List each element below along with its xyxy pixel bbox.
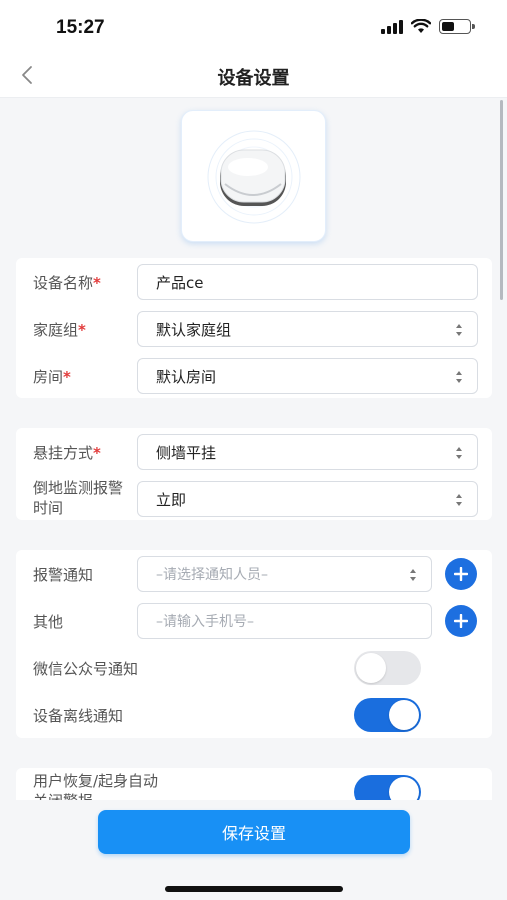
plus-icon [454, 567, 468, 581]
sort-arrows-icon [456, 371, 462, 383]
device-name-row: 设备名称* 产品ce [16, 258, 492, 305]
family-group-select[interactable]: 默认家庭组 [137, 311, 478, 347]
room-select[interactable]: 默认房间 [137, 358, 478, 394]
status-bar: 15:27 [0, 0, 507, 52]
wifi-icon [411, 19, 431, 33]
mount-type-label: 悬挂方式* [33, 444, 101, 462]
mount-type-select[interactable]: 侧墙平挂 [137, 434, 478, 470]
signal-icon [381, 19, 403, 34]
auto-close-alarm-toggle[interactable] [354, 775, 421, 800]
family-group-row: 家庭组* 默认家庭组 [16, 305, 492, 352]
room-label: 房间* [33, 368, 71, 386]
auto-close-alarm-row: 用户恢复/起身自动关闭警报 [16, 768, 492, 800]
nav-bar: 设备设置 [0, 52, 507, 98]
phone-number-input[interactable]: –请输入手机号– [137, 603, 432, 639]
alarm-notify-label: 报警通知 [33, 566, 94, 584]
notification-section: 报警通知 –请选择通知人员– 其他 –请输入手机号– 微信公众号通知 设备离线通… [16, 550, 492, 738]
wechat-notify-label: 微信公众号通知 [33, 660, 139, 678]
device-image [207, 130, 301, 224]
fall-alarm-time-label: 倒地监测报警时间 [33, 479, 124, 517]
bottom-bar: 保存设置 [0, 800, 507, 900]
home-indicator[interactable] [165, 886, 343, 892]
recovery-section: 用户恢复/起身自动关闭警报 [16, 768, 492, 800]
status-icons [381, 19, 475, 34]
sort-arrows-icon [456, 324, 462, 336]
add-phone-button[interactable] [445, 605, 477, 637]
settings-scroll-area[interactable]: 设备名称* 产品ce 家庭组* 默认家庭组 房间* 默认房间 悬挂方式* 侧墙平… [0, 98, 507, 800]
device-name-input[interactable]: 产品ce [137, 264, 478, 300]
room-row: 房间* 默认房间 [16, 352, 492, 399]
basic-info-section: 设备名称* 产品ce 家庭组* 默认家庭组 房间* 默认房间 [16, 258, 492, 398]
install-section: 悬挂方式* 侧墙平挂 倒地监测报警时间 立即 [16, 428, 492, 520]
other-phone-label: 其他 [33, 613, 64, 631]
wechat-notify-toggle[interactable] [354, 651, 421, 685]
battery-icon [439, 19, 475, 34]
offline-notify-label: 设备离线通知 [33, 707, 124, 725]
status-time: 15:27 [56, 17, 105, 38]
mount-type-row: 悬挂方式* 侧墙平挂 [16, 428, 492, 475]
auto-close-alarm-label: 用户恢复/起身自动关闭警报 [33, 772, 159, 800]
other-phone-row: 其他 –请输入手机号– [16, 597, 492, 644]
save-settings-button[interactable]: 保存设置 [98, 810, 410, 854]
scrollbar[interactable] [500, 100, 503, 300]
sort-arrows-icon [456, 447, 462, 459]
plus-icon [454, 614, 468, 628]
device-name-label: 设备名称* [33, 274, 101, 292]
add-notify-person-button[interactable] [445, 558, 477, 590]
fall-alarm-time-select[interactable]: 立即 [137, 481, 478, 517]
alarm-notify-row: 报警通知 –请选择通知人员– [16, 550, 492, 597]
sort-arrows-icon [410, 569, 416, 581]
fall-alarm-time-row: 倒地监测报警时间 立即 [16, 475, 492, 522]
page-title: 设备设置 [217, 68, 290, 89]
notify-person-select[interactable]: –请选择通知人员– [137, 556, 432, 592]
family-group-label: 家庭组* [33, 321, 86, 339]
wechat-notify-row: 微信公众号通知 [16, 644, 492, 691]
offline-notify-toggle[interactable] [354, 698, 421, 732]
sort-arrows-icon [456, 494, 462, 506]
device-image-card [181, 110, 326, 242]
offline-notify-row: 设备离线通知 [16, 691, 492, 738]
